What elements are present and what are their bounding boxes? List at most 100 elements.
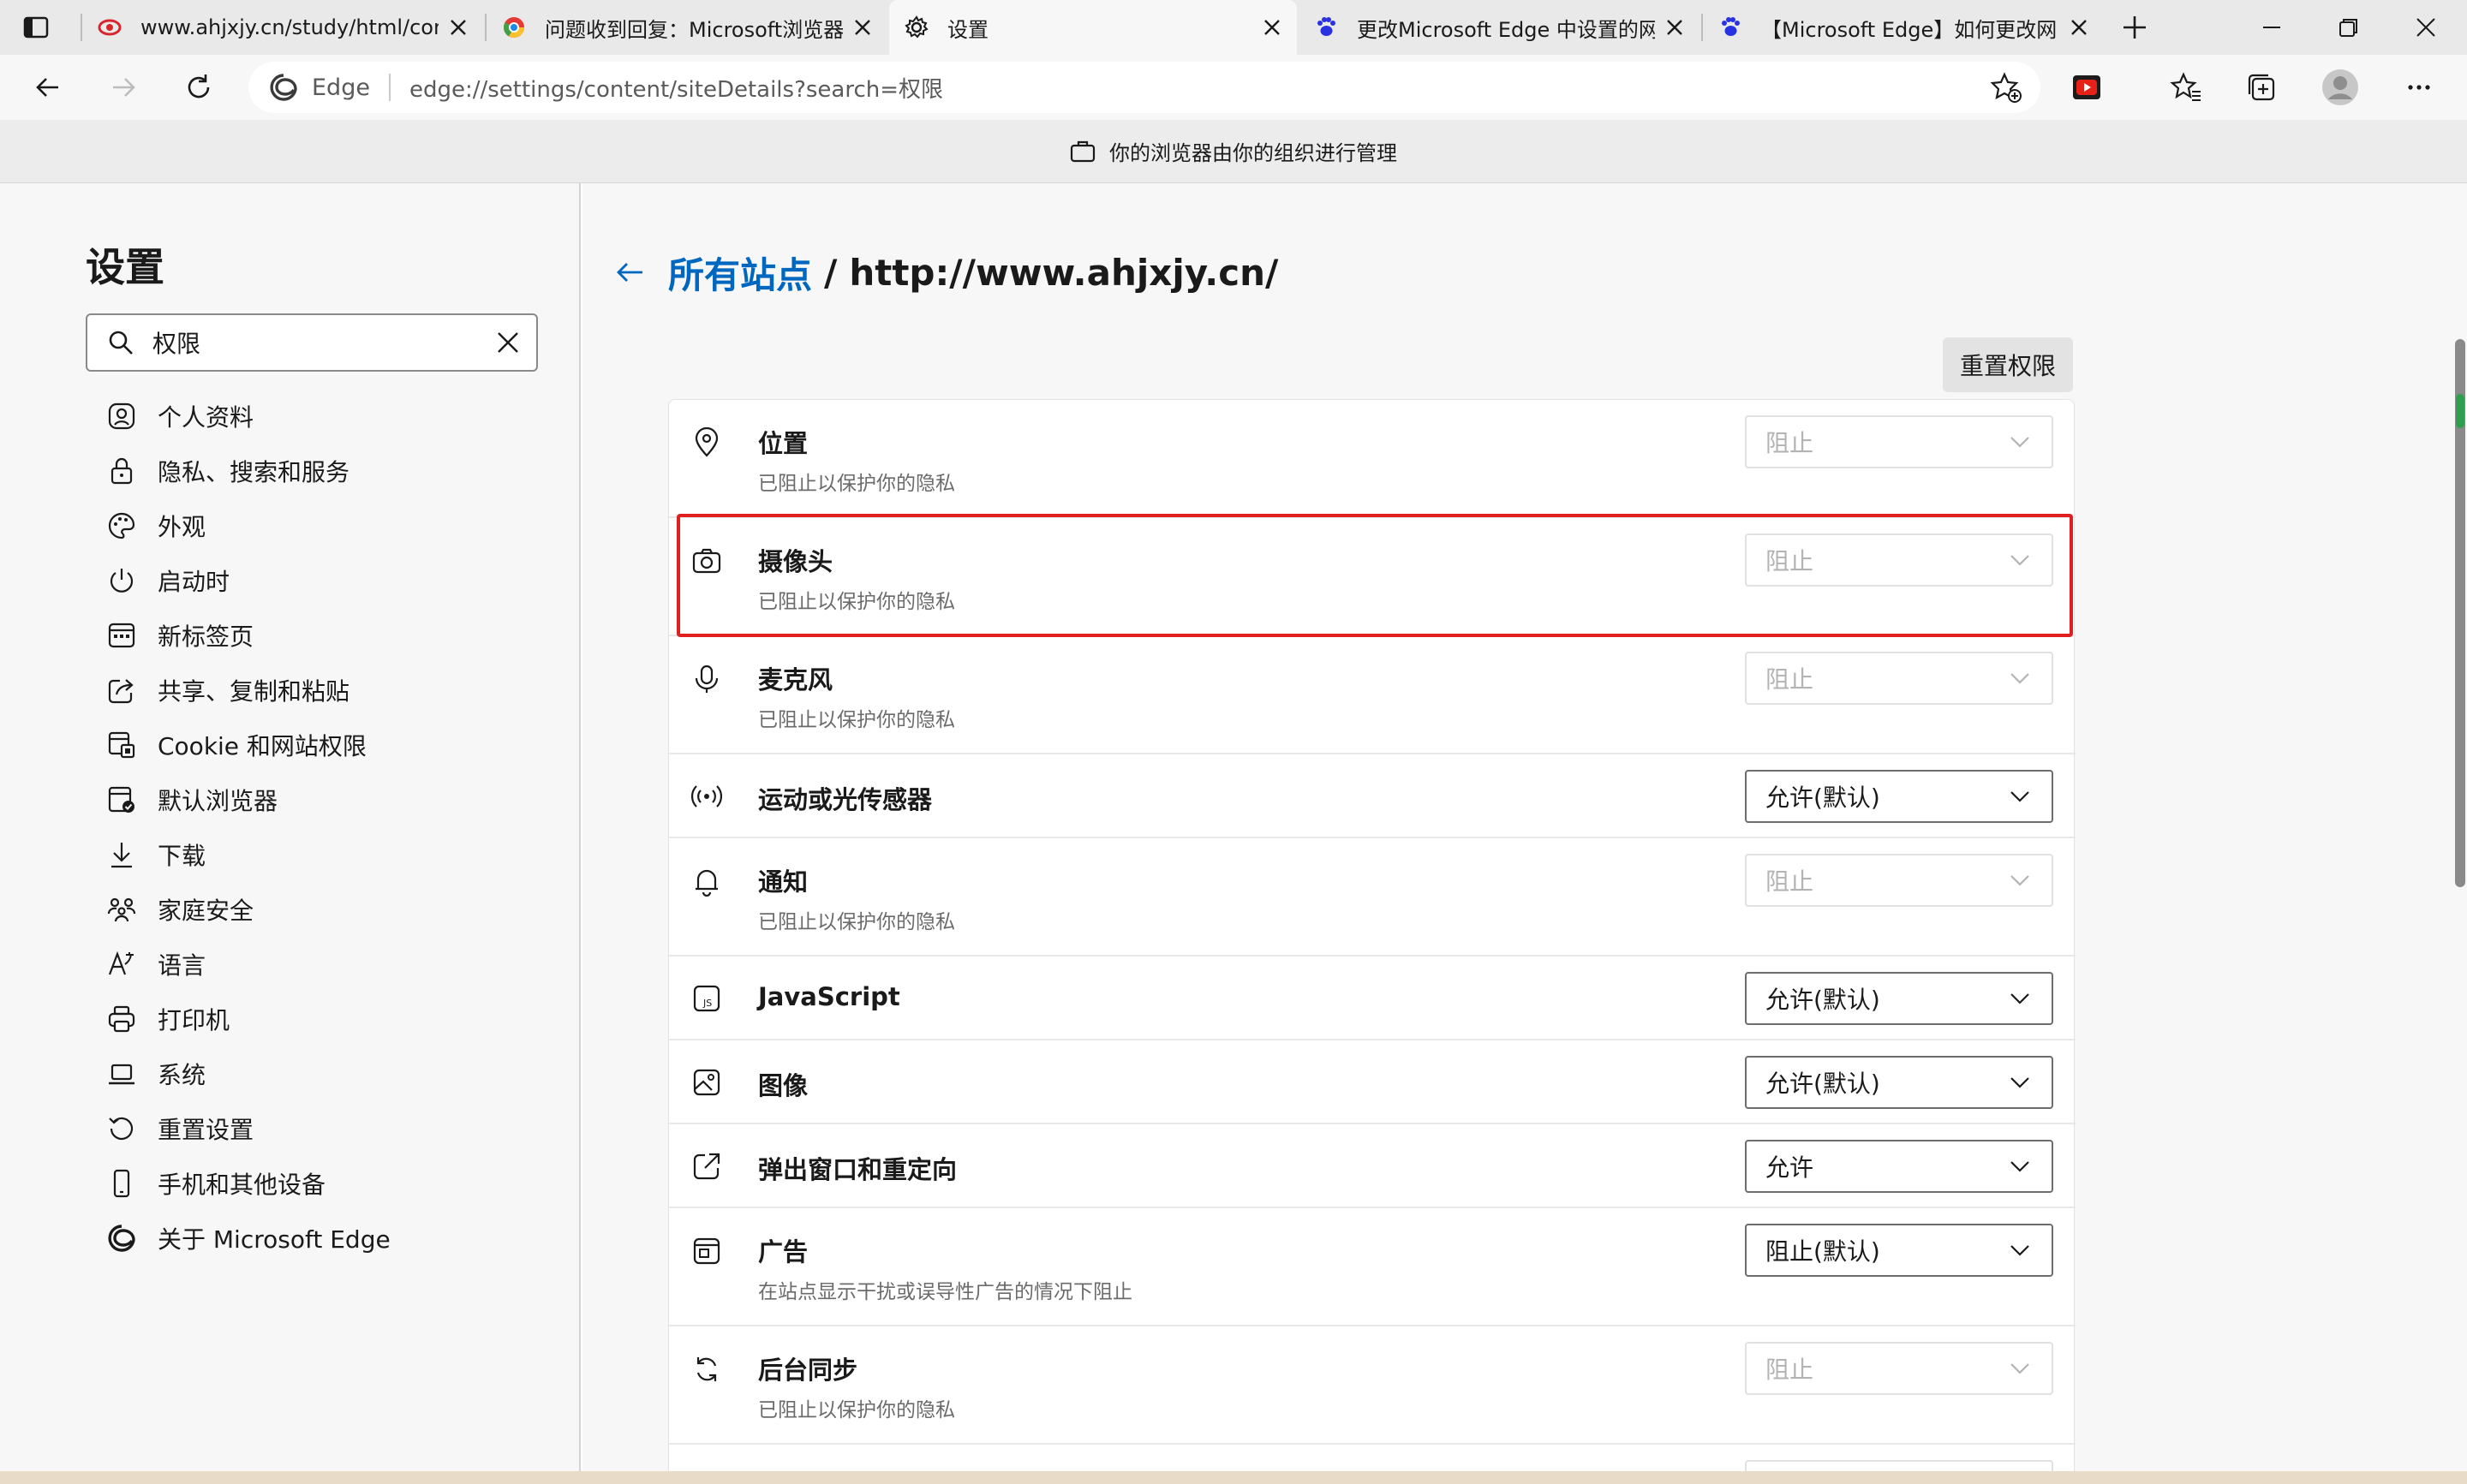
permission-row-motion-sensors: 运动或光传感器 允许(默认)	[669, 754, 2076, 838]
favorites-button[interactable]	[2169, 70, 2203, 104]
managed-browser-text: 你的浏览器由你的组织进行管理	[1109, 141, 1397, 165]
tab-close-button[interactable]	[1662, 15, 1687, 40]
select-value: 允许(默认)	[1765, 784, 1880, 812]
add-favorite-icon[interactable]	[1989, 70, 2023, 104]
permission-name: 位置	[758, 429, 809, 458]
tab-actions-menu-button[interactable]	[21, 12, 51, 43]
chevron-down-icon	[2010, 437, 2029, 448]
tab-microsoft-answers[interactable]: 问题收到回复：Microsoft浏览器	[487, 0, 887, 55]
permission-select-motion-sensors[interactable]: 允许(默认)	[1745, 770, 2053, 823]
permission-select-camera[interactable]: 阻止	[1745, 533, 2053, 587]
breadcrumb-separator: /	[824, 251, 838, 294]
permission-description: 已阻止以保护你的隐私	[758, 473, 955, 495]
permission-description: 已阻止以保护你的隐私	[758, 1399, 955, 1421]
sidebar-item-label: 下载	[158, 842, 206, 870]
permission-select-javascript[interactable]: 允许(默认)	[1745, 972, 2053, 1025]
laptop-icon	[109, 1064, 134, 1085]
managed-browser-banner[interactable]: 你的浏览器由你的组织进行管理	[0, 120, 2467, 183]
close-icon	[855, 20, 870, 35]
sidebar-item-printers[interactable]: 打印机	[106, 995, 552, 1043]
sidebar-item-new-tab-page[interactable]: 新标签页	[106, 611, 552, 659]
extension-button[interactable]	[2070, 70, 2104, 104]
permission-select-location[interactable]: 阻止	[1745, 415, 2053, 468]
permission-select-ads[interactable]: 阻止(默认)	[1745, 1224, 2053, 1277]
tab-actions-icon	[23, 16, 49, 39]
new-tab-button[interactable]	[2119, 12, 2150, 43]
minimize-button[interactable]	[2253, 9, 2291, 46]
sidebar-item-appearance[interactable]: 外观	[106, 502, 552, 550]
back-button[interactable]	[31, 70, 65, 104]
profile-button[interactable]	[2321, 69, 2359, 106]
all-sites-link[interactable]: 所有站点	[668, 247, 812, 299]
tab-title: 更改Microsoft Edge 中设置的网	[1357, 17, 1655, 42]
sidebar-item-share-copy-paste[interactable]: 共享、复制和粘贴	[106, 666, 552, 714]
restore-button[interactable]	[2330, 9, 2368, 46]
url-text[interactable]: edge://settings/content/siteDetails?sear…	[409, 72, 1989, 104]
sidebar-item-label: 手机和其他设备	[158, 1171, 326, 1199]
browser-toolbar: Edge edge://settings/content/siteDetails…	[0, 55, 2467, 120]
chevron-down-icon	[2010, 555, 2029, 566]
settings-and-more-button[interactable]	[2402, 70, 2436, 104]
bell-icon	[696, 869, 718, 897]
permission-row-camera: 摄像头 已阻止以保护你的隐私 阻止	[669, 518, 2076, 636]
refresh-button[interactable]	[182, 70, 216, 104]
tab-close-button[interactable]	[1259, 15, 1285, 40]
settings-search-box[interactable]	[86, 313, 538, 372]
sidebar-item-profiles[interactable]: 个人资料	[106, 392, 552, 440]
sidebar-item-label: 隐私、搜索和服务	[158, 458, 350, 486]
permission-select-popups[interactable]: 允许	[1745, 1140, 2053, 1193]
sidebar-item-system[interactable]: 系统	[106, 1050, 552, 1098]
sidebar-item-label: 外观	[158, 513, 206, 541]
permission-select-notifications[interactable]: 阻止	[1745, 854, 2053, 907]
arrow-left-icon	[36, 78, 58, 97]
edge-logo-icon	[270, 74, 297, 101]
permission-name: 麦克风	[758, 665, 833, 694]
chevron-down-icon	[2010, 1077, 2029, 1088]
forward-button[interactable]	[106, 70, 140, 104]
window-close-button[interactable]	[2407, 9, 2445, 46]
select-value: 阻止	[1765, 547, 1814, 575]
sidebar-item-default-browser[interactable]: 默认浏览器	[106, 776, 552, 824]
permission-description: 已阻止以保护你的隐私	[758, 709, 955, 731]
tab-close-button[interactable]	[445, 15, 471, 40]
clear-search-icon[interactable]	[495, 330, 521, 355]
taskbar-peek	[0, 1471, 2467, 1484]
tab-baidu-edge-howto[interactable]: 【Microsoft Edge】如何更改网	[1703, 0, 2104, 55]
address-bar[interactable]: Edge edge://settings/content/siteDetails…	[248, 62, 2040, 113]
sidebar-item-on-startup[interactable]: 启动时	[106, 557, 552, 605]
arrow-left-icon[interactable]	[613, 255, 648, 289]
sidebar-item-phone-devices[interactable]: 手机和其他设备	[106, 1159, 552, 1207]
family-icon	[107, 897, 136, 922]
tab-baidu-edge-settings[interactable]: 更改Microsoft Edge 中设置的网	[1299, 0, 1699, 55]
chevron-down-icon	[2010, 875, 2029, 886]
sidebar-item-family-safety[interactable]: 家庭安全	[106, 885, 552, 933]
sidebar-item-reset-settings[interactable]: 重置设置	[106, 1105, 552, 1153]
permission-select-background-sync[interactable]: 阻止	[1745, 1342, 2053, 1395]
sidebar-item-languages[interactable]: 语言	[106, 940, 552, 988]
sidebar-item-privacy[interactable]: 隐私、搜索和服务	[106, 447, 552, 495]
tab-ahjxjy[interactable]: www.ahjxjy.cn/study/html/conte	[82, 0, 483, 55]
tab-settings[interactable]: 设置	[889, 0, 1297, 55]
tab-close-button[interactable]	[850, 15, 875, 40]
select-value: 阻止	[1765, 867, 1814, 896]
tab-strip: www.ahjxjy.cn/study/html/conte 问题收到回复：Mi…	[0, 0, 2467, 55]
permission-description: 在站点显示干扰或误导性广告的情况下阻止	[758, 1281, 1132, 1303]
permission-description: 已阻止以保护你的隐私	[758, 911, 955, 933]
sidebar-item-downloads[interactable]: 下载	[106, 831, 552, 879]
tab-title: 问题收到回复：Microsoft浏览器	[545, 17, 843, 42]
reset-icon	[109, 1117, 134, 1141]
reset-permissions-button[interactable]: 重置权限	[1943, 337, 2073, 392]
collections-button[interactable]	[2244, 70, 2279, 104]
tab-close-button[interactable]	[2066, 15, 2092, 40]
sidebar-item-label: 系统	[158, 1061, 206, 1089]
profile-icon	[108, 402, 135, 430]
permission-select-microphone[interactable]: 阻止	[1745, 652, 2053, 705]
settings-search-input[interactable]	[152, 328, 495, 357]
gear-icon	[905, 15, 929, 39]
tab-title: www.ahjxjy.cn/study/html/conte	[140, 15, 439, 39]
permission-name: 弹出窗口和重定向	[758, 1155, 958, 1184]
permission-name: 后台同步	[758, 1356, 858, 1385]
permission-select-images[interactable]: 允许(默认)	[1745, 1056, 2053, 1109]
sidebar-item-cookies-site-permissions[interactable]: Cookie 和网站权限	[106, 721, 552, 769]
sidebar-item-about-edge[interactable]: 关于 Microsoft Edge	[106, 1214, 552, 1262]
